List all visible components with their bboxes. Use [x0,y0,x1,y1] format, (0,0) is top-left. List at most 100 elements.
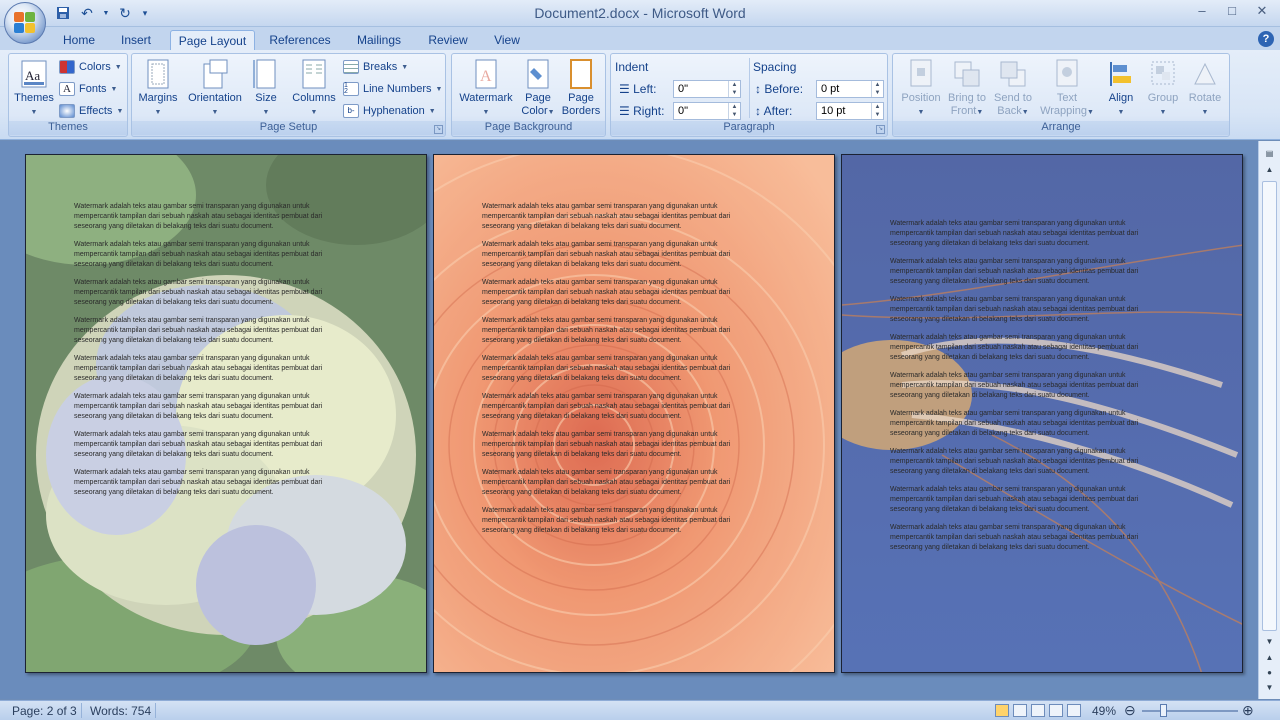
office-button[interactable] [4,2,46,44]
previous-page-icon[interactable]: ▲ [1262,653,1277,667]
outline-view-icon[interactable] [1049,704,1063,717]
page-3-text: Watermark adalah teks atau gambar semi t… [890,219,1170,561]
line-numbers-button[interactable]: 12 Line Numbers ▼ [343,80,442,98]
watermark-paragraph: Watermark adalah teks atau gambar semi t… [74,469,323,496]
scroll-down-icon[interactable]: ▼ [1262,637,1277,651]
watermark-label: Watermark [459,92,513,104]
paragraph-launcher-icon[interactable]: ↘ [876,125,885,134]
watermark-paragraph: Watermark adalah teks atau gambar semi t… [482,393,731,420]
page-1[interactable]: Watermark adalah teks atau gambar semi t… [25,154,427,673]
watermark-paragraph: Watermark adalah teks atau gambar semi t… [482,279,731,306]
paragraph-group: Indent ☰ Left: 0" ▲ ▼ ☰ Right: 0" ▲ ▼ Spacin… [610,53,888,137]
tab-page-layout[interactable]: Page Layout [170,30,255,52]
line-numbers-label: Line Numbers [363,83,432,95]
page-3[interactable]: Watermark adalah teks atau gambar semi t… [841,154,1243,673]
office-logo-icon [14,12,36,34]
page-color-button[interactable]: Page Color▼ [520,58,556,119]
vertical-scrollbar[interactable]: ▤ ▲ ▼ ▲ ● ▼ [1258,141,1280,699]
breaks-button[interactable]: Breaks ▼ [343,58,408,76]
position-button[interactable]: Position ▼ [897,58,945,119]
page-borders-button[interactable]: Page Borders [560,58,602,118]
ruler-toggle-icon[interactable]: ▤ [1262,149,1277,163]
watermark-paragraph: Watermark adalah teks atau gambar semi t… [890,372,1139,399]
themes-button[interactable]: Aa Themes ▼ [13,58,55,119]
bring-to-front-icon [953,58,981,90]
page-count-status[interactable]: Page: 2 of 3 [12,704,77,718]
close-button[interactable]: ✕ [1254,3,1270,19]
group-button[interactable]: Group ▼ [1143,58,1183,119]
text-wrapping-icon [1053,58,1081,90]
spacing-after-spinner-icon[interactable]: ▲ ▼ [871,103,883,119]
draft-view-icon[interactable] [1067,704,1081,717]
indent-left-spinner-icon[interactable]: ▲ ▼ [728,81,740,97]
next-page-icon[interactable]: ▼ [1262,683,1277,697]
fonts-button[interactable]: A Fonts ▼ [59,80,117,98]
spacing-before-field[interactable]: 0 pt ▲ ▼ [816,80,884,98]
scroll-thumb[interactable] [1262,181,1277,631]
minimize-button[interactable]: – [1194,3,1210,19]
align-icon [1107,58,1135,90]
rotate-button[interactable]: Rotate ▼ [1183,58,1227,119]
rotate-label: Rotate [1188,92,1222,104]
tab-insert[interactable]: Insert [112,30,160,51]
page-color-label-1: Page [525,92,551,104]
watermark-paragraph: Watermark adalah teks atau gambar semi t… [74,393,323,420]
tab-home[interactable]: Home [56,30,102,51]
print-layout-view-icon[interactable] [995,704,1009,717]
page-1-text: Watermark adalah teks atau gambar semi t… [74,202,354,506]
spacing-before-icon: ↕ [755,82,761,96]
indent-right-field[interactable]: 0" ▲ ▼ [673,102,741,120]
watermark-paragraph: Watermark adalah teks atau gambar semi t… [890,486,1139,513]
document-area[interactable]: Watermark adalah teks atau gambar semi t… [0,141,1258,699]
spacing-after-field[interactable]: 10 pt ▲ ▼ [816,102,884,120]
word-count-status[interactable]: Words: 754 [90,704,151,718]
align-label: Align [1108,92,1134,104]
bring-to-front-button[interactable]: Bring to Front▼ [945,58,989,119]
tab-mailings[interactable]: Mailings [349,30,409,51]
colors-button[interactable]: Colors ▼ [59,58,122,76]
margins-button[interactable]: Margins ▼ [136,58,180,119]
maximize-button[interactable]: □ [1224,3,1240,19]
spacing-before-spinner-icon[interactable]: ▲ ▼ [871,81,883,97]
send-to-back-label-1: Send to [994,92,1032,104]
indent-heading: Indent [615,60,649,74]
fonts-label: Fonts [79,83,107,95]
select-browse-object-icon[interactable]: ● [1262,668,1277,682]
full-screen-reading-view-icon[interactable] [1013,704,1027,717]
hyphenation-button[interactable]: b- Hyphenation ▼ [343,102,436,120]
watermark-paragraph: Watermark adalah teks atau gambar semi t… [890,258,1139,285]
colors-label: Colors [79,61,111,73]
zoom-slider-thumb[interactable] [1160,704,1167,717]
columns-button[interactable]: Columns ▼ [288,58,340,119]
zoom-in-icon[interactable]: ⊕ [1242,702,1254,719]
page-2[interactable]: Watermark adalah teks atau gambar semi t… [433,154,835,673]
send-to-back-button[interactable]: Send to Back▼ [991,58,1035,119]
page-setup-launcher-icon[interactable]: ↘ [434,125,443,134]
scroll-up-icon[interactable]: ▲ [1262,165,1277,179]
align-button[interactable]: Align ▼ [1101,58,1141,119]
zoom-slider-track[interactable] [1142,710,1238,712]
ribbon-tabs: Home Insert Page Layout References Maili… [0,27,1280,52]
paragraph-group-label: Paragraph [611,121,887,135]
text-wrapping-button[interactable]: Text Wrapping▼ [1037,58,1097,119]
tab-references[interactable]: References [264,30,336,51]
help-icon[interactable]: ? [1258,31,1274,47]
indent-right-icon: ☰ [619,104,630,118]
tab-view[interactable]: View [485,30,529,51]
effects-button[interactable]: Effects ▼ [59,102,123,120]
watermark-paragraph: Watermark adalah teks atau gambar semi t… [890,334,1139,361]
indent-right-spinner-icon[interactable]: ▲ ▼ [728,103,740,119]
zoom-out-icon[interactable]: ⊖ [1124,702,1136,719]
watermark-button[interactable]: A Watermark ▼ [456,58,516,119]
page-color-label-2: Color [521,105,548,117]
watermark-paragraph: Watermark adalah teks atau gambar semi t… [890,524,1139,551]
text-wrapping-label-2: Wrapping [1040,105,1087,117]
tab-review[interactable]: Review [423,30,473,51]
send-to-back-icon [999,58,1027,90]
indent-left-field[interactable]: 0" ▲ ▼ [673,80,741,98]
orientation-button[interactable]: Orientation ▼ [184,58,246,119]
zoom-level[interactable]: 49% [1092,704,1116,718]
web-layout-view-icon[interactable] [1031,704,1045,717]
orientation-icon [201,58,229,90]
size-button[interactable]: Size ▼ [251,58,281,119]
